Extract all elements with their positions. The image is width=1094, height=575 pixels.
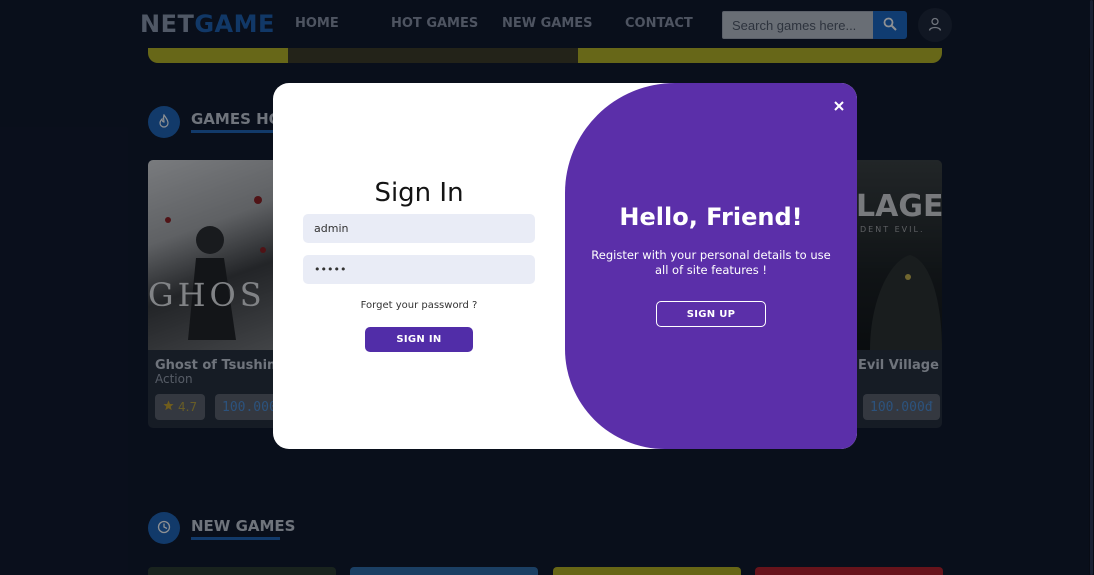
forgot-password-link[interactable]: Forget your password ?: [273, 300, 565, 311]
signin-button[interactable]: SIGN IN: [365, 327, 473, 352]
signin-form: Sign In Forget your password ? SIGN IN: [273, 83, 565, 449]
hot-section-badge: [148, 106, 180, 138]
signup-button[interactable]: SIGN UP: [656, 301, 766, 327]
hello-title: Hello, Friend!: [619, 203, 803, 231]
rating-value-ghost: 4.7: [178, 400, 198, 414]
new-game-card[interactable]: [350, 567, 538, 575]
login-modal: Sign In Forget your password ? SIGN IN H…: [273, 83, 857, 449]
card-genre-ghost: Action: [155, 372, 193, 386]
price-badge-village: 100.000đ: [863, 394, 940, 420]
card-title-village: Evil Village: [858, 358, 939, 373]
scrollbar-thumb[interactable]: [1090, 0, 1093, 575]
hello-text: Register with your personal details to u…: [591, 248, 831, 277]
page-scrollbar[interactable]: [1089, 0, 1094, 575]
clock-icon: [157, 519, 171, 538]
search-button[interactable]: [873, 11, 907, 39]
close-modal-button[interactable]: [829, 95, 849, 115]
signup-panel: Hello, Friend! Register with your person…: [565, 83, 857, 449]
site-header: NETGAME HOME HOT GAMES NEW GAMES CONTACT: [0, 0, 1090, 48]
username-field[interactable]: [303, 214, 535, 243]
nav-home[interactable]: HOME: [295, 16, 339, 31]
signin-title: Sign In: [374, 178, 464, 208]
fire-icon: [157, 113, 171, 132]
site-logo[interactable]: NETGAME: [140, 10, 275, 38]
new-section-badge: [148, 512, 180, 544]
rating-badge-ghost: 4.7: [155, 394, 206, 420]
card-title-ghost: Ghost of Tsushima: [155, 358, 290, 373]
svg-text:LAGE: LAGE: [856, 189, 942, 224]
close-icon: [834, 96, 844, 115]
logo-game: GAME: [194, 10, 275, 38]
new-game-card[interactable]: [148, 567, 336, 575]
new-section-title: NEW GAMES: [191, 517, 296, 535]
new-section-underline: [191, 537, 280, 540]
star-icon: [163, 400, 174, 414]
user-icon: [928, 16, 942, 35]
new-game-card[interactable]: [755, 567, 943, 575]
nav-new-games[interactable]: NEW GAMES: [502, 16, 593, 31]
nav-hot-games[interactable]: HOT GAMES: [391, 16, 478, 31]
password-field[interactable]: [303, 255, 535, 284]
logo-net: NET: [140, 10, 195, 38]
svg-text:GHOS: GHOS: [148, 276, 266, 314]
new-game-card[interactable]: [553, 567, 741, 575]
search-input[interactable]: [722, 11, 874, 39]
svg-text:DENT EVIL.: DENT EVIL.: [860, 225, 925, 234]
nav-contact[interactable]: CONTACT: [625, 16, 693, 31]
search-icon: [883, 16, 897, 35]
user-account-button[interactable]: [918, 8, 952, 42]
